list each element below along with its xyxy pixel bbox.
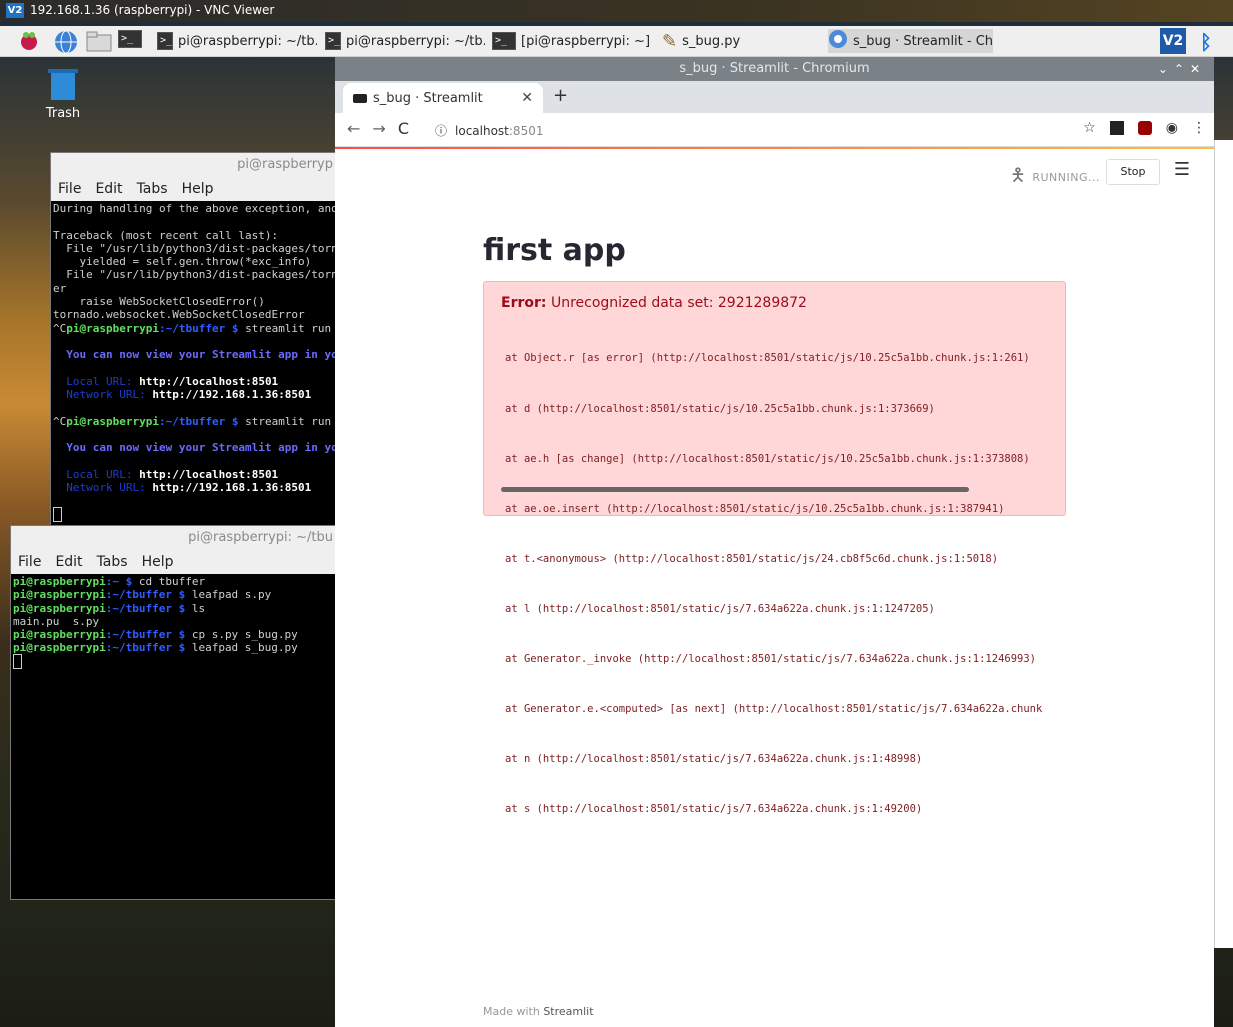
task-leafpad[interactable]: ✎ s_bug.py [662,29,822,53]
vnc-tray-icon[interactable]: V2 [1160,28,1186,54]
trash-icon [48,69,78,100]
stack-line: at Generator._invoke (http://localhost:8… [505,653,1037,666]
toolbar-right: ☆ ◉ ⋮ [1083,120,1206,136]
menu-tabs[interactable]: Tabs [137,181,168,197]
terminal-icon: >_ [492,32,516,50]
folder-icon[interactable] [86,30,112,52]
terminal-icon: >_ [325,32,342,50]
stop-button[interactable]: Stop [1106,159,1160,185]
stack-line: at ae.oe.insert (http://localhost:8501/s… [505,502,1005,515]
stack-line: at d (http://localhost:8501/static/js/10… [505,402,935,415]
taskbar: >_ >_ pi@raspberrypi: ~/tb... >_ pi@rasp… [0,26,1233,57]
url-host: localhost [455,124,509,138]
error-box: Error: Unrecognized data set: 2921289872… [483,281,1066,815]
tab-close-icon[interactable]: ✕ [521,90,533,106]
task-label: pi@raspberrypi: ~/tb... [346,33,485,49]
terminal-title: pi@raspberryp [51,153,337,177]
terminal-menubar: File Edit Tabs Help [51,177,337,201]
tab-strip: s_bug · Streamlit ✕ + [335,81,1214,113]
trash-desktop-icon[interactable]: Trash [40,66,86,121]
url-port: :8501 [508,124,544,138]
stack-line: at ae.h [as change] (http://localhost:85… [505,452,1030,465]
running-status: 🯅 RUNNING... [1010,163,1100,193]
hamburger-menu-icon[interactable]: ☰ [1174,159,1190,180]
stack-line: at Object.r [as error] (http://localhost… [505,352,1030,365]
background-window-edge [1214,140,1233,948]
raspberry-menu-icon[interactable] [18,30,40,52]
info-icon: ⓘ [435,124,448,138]
favicon-icon [353,93,367,103]
pencil-icon: ✎ [662,30,678,52]
new-tab-icon[interactable]: + [553,85,568,106]
stack-line: at t.<anonymous> (http://localhost:8501/… [505,552,999,565]
menu-file[interactable]: File [58,181,81,197]
task-terminal-3[interactable]: >_ [pi@raspberrypi: ~] [492,29,652,53]
address-bar[interactable]: ⓘ localhost:8501 [435,122,543,139]
app-title: first app [483,233,626,268]
chromium-icon [828,29,848,53]
error-message: Unrecognized data set: 2921289872 [550,295,807,311]
task-label: pi@raspberrypi: ~/tb... [178,33,317,49]
window-title: s_bug · Streamlit - Chromium [679,61,870,76]
menu-file[interactable]: File [18,554,41,570]
status-text: RUNNING... [1032,171,1100,184]
footer-link[interactable]: Streamlit [543,1005,593,1018]
stack-line: at l (http://localhost:8501/static/js/7.… [505,602,935,615]
bluetooth-icon[interactable]: ᛒ [1200,30,1222,54]
footer-text: Made with [483,1005,540,1018]
bookmark-star-icon[interactable]: ☆ [1083,120,1096,136]
chromium-window: s_bug · Streamlit - Chromium ⌄⌃✕ s_bug ·… [335,57,1214,1027]
menu-help[interactable]: Help [182,181,214,197]
terminal-output[interactable]: During handling of the above exception, … [51,201,337,522]
task-label: s_bug.py [682,33,741,49]
task-chromium[interactable]: s_bug · Streamlit - Ch... [828,29,993,53]
task-terminal-1[interactable]: >_ pi@raspberrypi: ~/tb... [157,29,317,53]
error-header: Error: Unrecognized data set: 2921289872 [501,295,807,311]
task-label: [pi@raspberrypi: ~] [521,33,651,49]
running-person-icon: 🯅 [1010,165,1027,186]
footer: Made with Streamlit [483,1005,594,1018]
error-label: Error: [501,295,547,311]
chromium-titlebar: s_bug · Streamlit - Chromium ⌄⌃✕ [335,57,1214,81]
ublock-icon[interactable] [1137,121,1152,135]
terminal-icon: >_ [157,32,174,50]
streamlit-app: 🯅 RUNNING... Stop ☰ first app Error: Unre… [335,149,1214,1025]
stack-line: at n (http://localhost:8501/static/js/7.… [505,753,923,766]
extension-icon[interactable] [1109,121,1124,135]
terminal-menubar: File Edit Tabs Help [11,550,337,574]
menu-help[interactable]: Help [142,554,174,570]
forward-icon[interactable]: → [372,119,397,138]
browser-tab[interactable]: s_bug · Streamlit ✕ [343,83,543,113]
terminal-window-2[interactable]: pi@raspberrypi: ~/tbu File Edit Tabs Hel… [10,525,338,900]
stack-line: at Generator.e.<computed> [as next] (htt… [505,703,1043,716]
trash-label: Trash [45,106,81,121]
toolbar: ←→C ⓘ localhost:8501 ☆ ◉ ⋮ [335,113,1214,147]
menu-edit[interactable]: Edit [95,181,122,197]
back-icon[interactable]: ← [347,119,372,138]
vnc-titlebar: V2 192.168.1.36 (raspberrypi) - VNC View… [0,0,1233,22]
nav-buttons: ←→C [347,119,421,138]
stack-trace: at Object.r [as error] (http://localhost… [505,317,1053,852]
window-controls[interactable]: ⌄⌃✕ [1158,57,1206,81]
terminal-window-1[interactable]: pi@raspberryp File Edit Tabs Help During… [50,152,338,526]
terminal-title: pi@raspberrypi: ~/tbu [11,526,337,550]
terminal-launcher-icon[interactable]: >_ [118,30,142,52]
reload-icon[interactable]: C [398,119,421,138]
terminal-output[interactable]: pi@raspberrypi:~ $ cd tbuffer pi@raspber… [11,574,337,669]
task-label: s_bug · Streamlit - Ch... [853,33,993,49]
vnc-title: 192.168.1.36 (raspberrypi) - VNC Viewer [30,3,275,17]
vnc-logo-icon: V2 [6,3,24,18]
menu-tabs[interactable]: Tabs [97,554,128,570]
menu-kebab-icon[interactable]: ⋮ [1192,120,1206,136]
profile-icon[interactable]: ◉ [1166,120,1178,136]
menu-edit[interactable]: Edit [55,554,82,570]
horizontal-scrollbar[interactable] [501,487,969,492]
stack-line: at s (http://localhost:8501/static/js/7.… [505,803,923,816]
globe-icon[interactable] [54,30,77,54]
tab-title: s_bug · Streamlit [373,90,483,106]
task-terminal-2[interactable]: >_ pi@raspberrypi: ~/tb... [325,29,485,53]
